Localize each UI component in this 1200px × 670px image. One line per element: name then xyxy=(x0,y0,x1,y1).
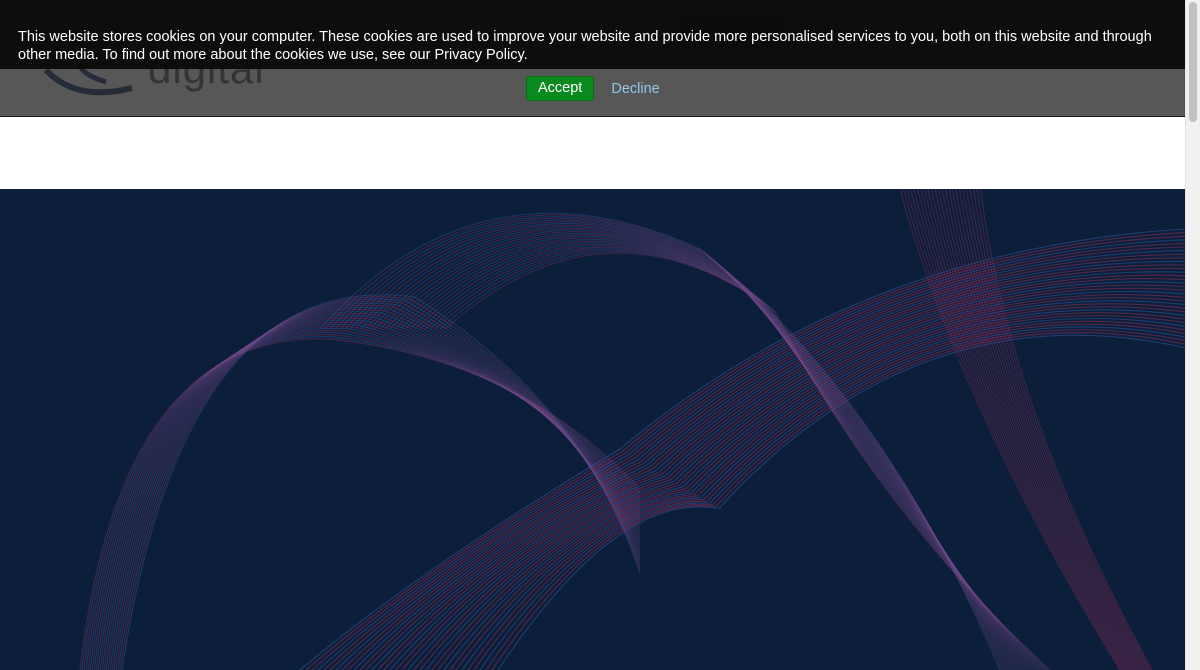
nav-band xyxy=(0,117,1185,189)
hero-section xyxy=(0,189,1185,670)
wave-line xyxy=(113,302,641,670)
wave-line xyxy=(93,323,641,670)
hero-wave-artwork xyxy=(79,189,1185,670)
wave-line xyxy=(339,219,1009,670)
wave-line xyxy=(329,246,1185,670)
wave-line xyxy=(81,336,641,670)
decline-cookies-link[interactable]: Decline xyxy=(611,81,659,97)
wave-line xyxy=(359,264,1185,670)
wave-line xyxy=(429,248,1045,670)
wave-line xyxy=(344,221,1011,670)
wave-line xyxy=(980,189,1153,670)
wave-line xyxy=(920,189,1129,670)
wave-line xyxy=(959,189,1145,670)
page-scrollbar[interactable] xyxy=(1185,0,1200,670)
wave-line xyxy=(115,300,641,670)
wave-line xyxy=(91,325,641,670)
wave-line xyxy=(424,246,1043,670)
wave-line xyxy=(369,229,1021,670)
scrollbar-thumb[interactable] xyxy=(1189,2,1197,122)
accept-cookies-button[interactable]: Accept xyxy=(526,76,595,101)
page: digital This website stores cookies on y… xyxy=(0,0,1185,670)
wave-line xyxy=(404,240,1035,670)
wave-line xyxy=(107,309,641,670)
cookie-message: This website stores cookies on your comp… xyxy=(18,29,1152,63)
wave-line xyxy=(99,317,641,670)
wave-line xyxy=(917,189,1128,670)
wave-line xyxy=(364,227,1019,670)
cookie-banner: This website stores cookies on your comp… xyxy=(0,0,1185,69)
cookie-actions: Accept Decline xyxy=(526,76,660,101)
wave-line xyxy=(485,329,1185,670)
wave-line xyxy=(79,338,641,670)
